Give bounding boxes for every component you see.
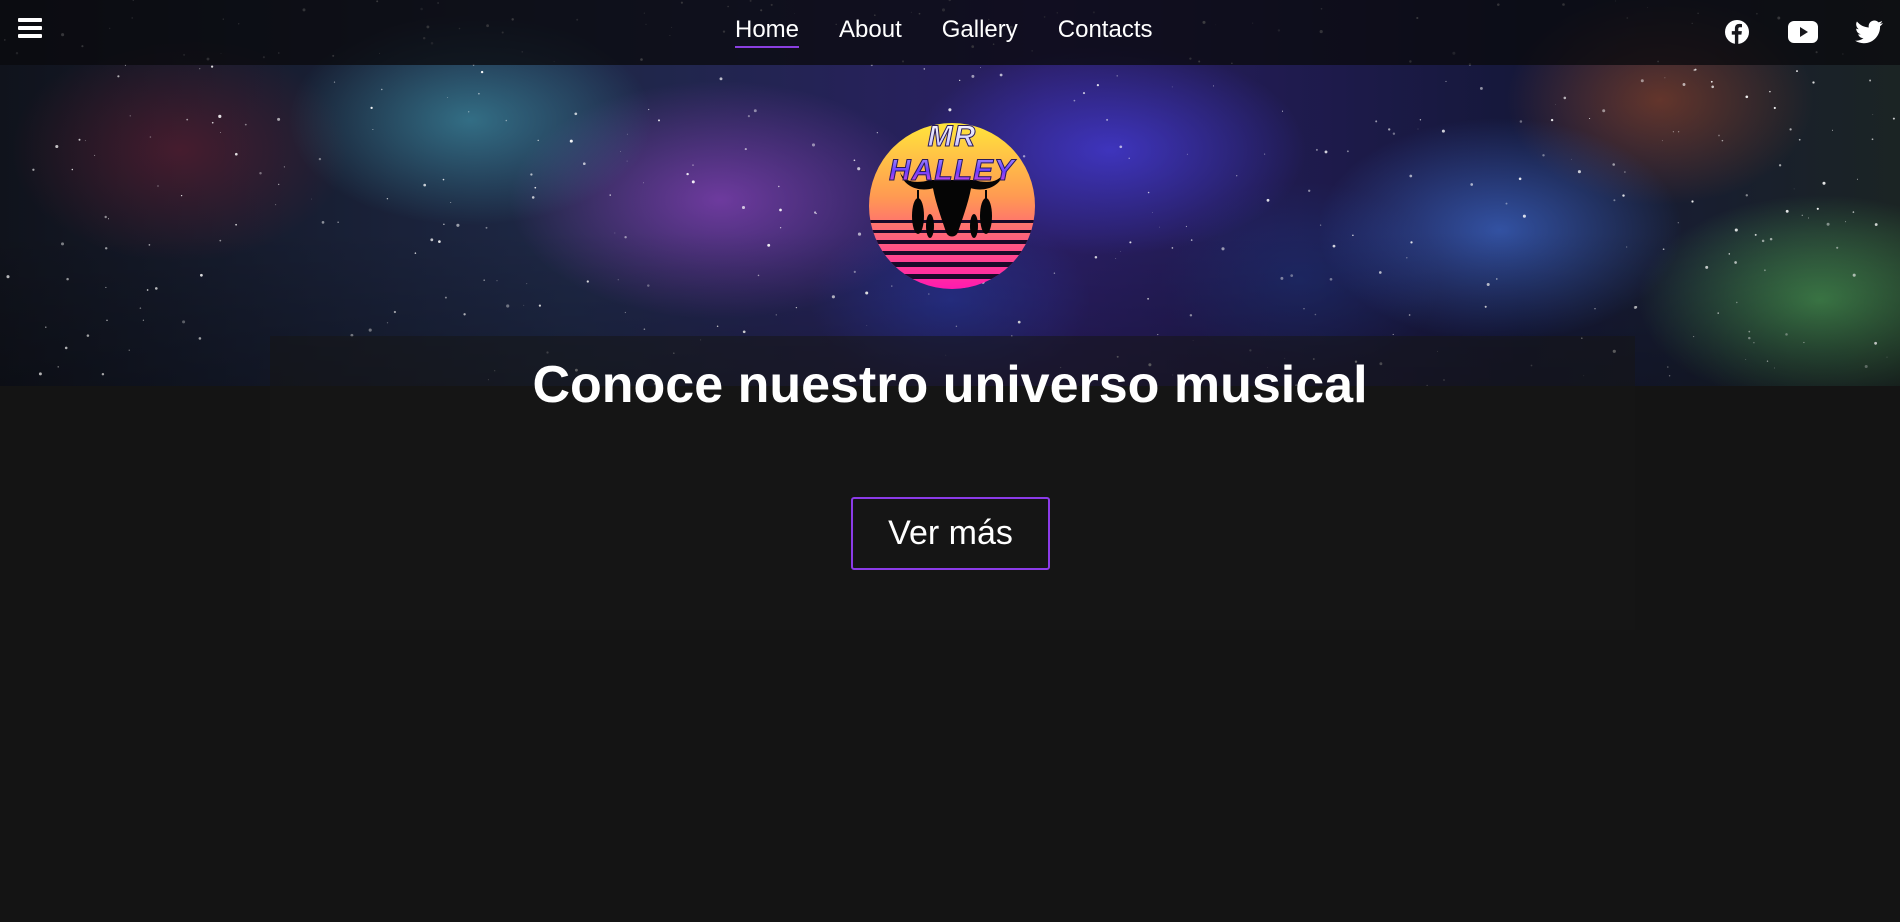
nav-link-home[interactable]: Home <box>735 14 800 48</box>
youtube-icon[interactable] <box>1784 18 1822 46</box>
facebook-icon[interactable] <box>1718 18 1756 46</box>
ver-mas-button[interactable]: Ver más <box>851 497 1050 570</box>
logo-text: MR HALLEY <box>862 120 1042 188</box>
nav-links: Home About Gallery Contacts <box>735 14 1153 48</box>
nav-link-contacts[interactable]: Contacts <box>1058 14 1153 48</box>
social-links <box>1718 18 1888 46</box>
nav-link-gallery[interactable]: Gallery <box>942 14 1018 48</box>
hamburger-icon[interactable] <box>18 18 42 40</box>
top-navbar: Home About Gallery Contacts <box>0 0 1900 65</box>
band-logo: MR HALLEY <box>862 110 1042 290</box>
page-headline: Conoce nuestro universo musical <box>532 356 1368 414</box>
nav-link-about[interactable]: About <box>839 14 902 48</box>
twitter-icon[interactable] <box>1850 18 1888 46</box>
